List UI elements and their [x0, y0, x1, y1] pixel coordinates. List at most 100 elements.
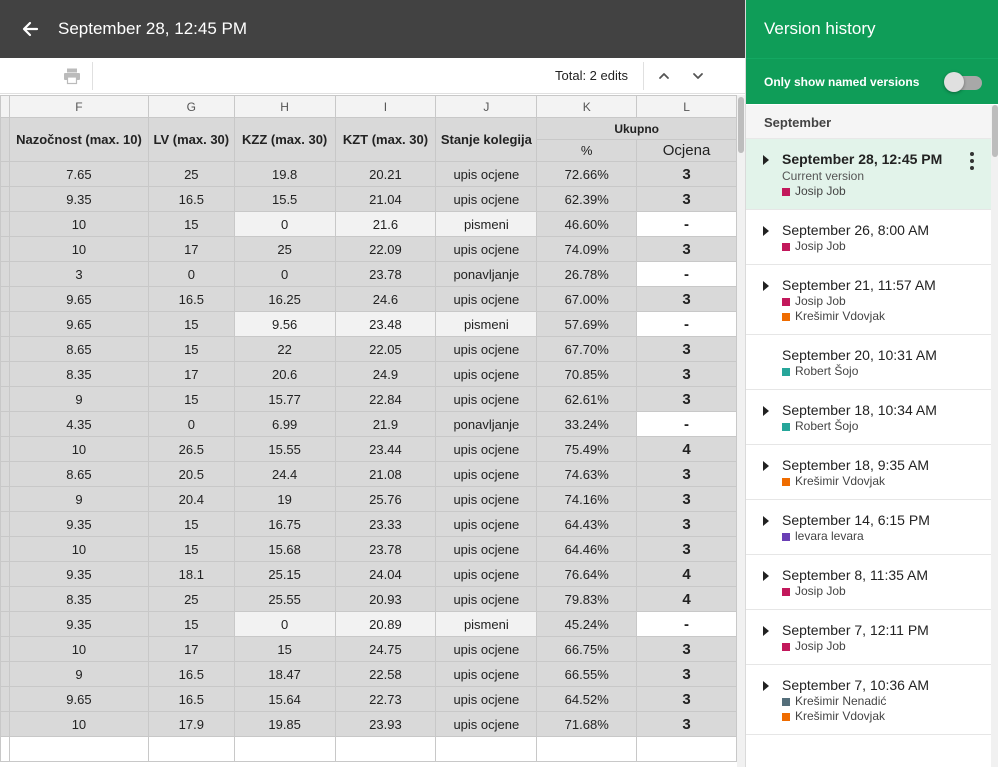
cell-stanje[interactable]: upis ocjene	[435, 661, 538, 687]
cell-kzz[interactable]: 25	[233, 236, 336, 262]
cell-e[interactable]	[0, 611, 10, 637]
column-letter-e[interactable]	[0, 95, 10, 118]
cell-kzz[interactable]: 0	[233, 261, 336, 287]
version-item[interactable]: September 20, 10:31 AM Robert Šojo	[746, 335, 991, 390]
expand-caret-icon[interactable]	[763, 626, 769, 636]
cell-stanje[interactable]: upis ocjene	[435, 686, 538, 712]
cell-stanje[interactable]: upis ocjene	[435, 636, 538, 662]
header-lv[interactable]: LV (max. 30)	[147, 117, 235, 162]
empty-cell[interactable]	[233, 736, 336, 762]
cell-ocjena[interactable]: 3	[636, 186, 737, 212]
cell-percent[interactable]: 66.75%	[536, 636, 638, 662]
cell-percent[interactable]: 74.09%	[536, 236, 638, 262]
cell-ocjena[interactable]: 3	[636, 486, 737, 512]
cell-stanje[interactable]: upis ocjene	[435, 286, 538, 312]
cell-ocjena[interactable]: 3	[636, 386, 737, 412]
cell-stanje[interactable]: upis ocjene	[435, 336, 538, 362]
cell-percent[interactable]: 26.78%	[536, 261, 638, 287]
cell-nazocnost[interactable]: 8.65	[9, 461, 149, 487]
cell-percent[interactable]: 72.66%	[536, 161, 638, 187]
cell-kzt[interactable]: 24.9	[334, 361, 437, 387]
version-item[interactable]: September 18, 10:34 AM Robert Šojo	[746, 390, 991, 445]
empty-cell[interactable]	[147, 736, 235, 762]
cell-ocjena[interactable]: 3	[636, 711, 737, 737]
column-letter-f[interactable]: F	[9, 95, 149, 118]
expand-caret-icon[interactable]	[763, 281, 769, 291]
cell-stanje[interactable]: upis ocjene	[435, 236, 538, 262]
cell-nazocnost[interactable]: 10	[9, 236, 149, 262]
cell-stanje[interactable]: upis ocjene	[435, 186, 538, 212]
cell-kzz[interactable]: 25.55	[233, 586, 336, 612]
cell-percent[interactable]: 57.69%	[536, 311, 638, 337]
cell-lv[interactable]: 15	[147, 611, 235, 637]
cell-nazocnost[interactable]: 9.65	[9, 286, 149, 312]
cell-lv[interactable]: 18.1	[147, 561, 235, 587]
cell-e[interactable]	[0, 386, 10, 412]
cell-nazocnost[interactable]: 8.35	[9, 361, 149, 387]
cell-kzt[interactable]: 24.6	[334, 286, 437, 312]
header-nazocnost[interactable]: Nazočnost (max. 10)	[9, 117, 149, 162]
empty-cell[interactable]	[334, 736, 437, 762]
cell-kzz[interactable]: 22	[233, 336, 336, 362]
cell-stanje[interactable]: upis ocjene	[435, 461, 538, 487]
cell-ocjena[interactable]: 3	[636, 361, 737, 387]
cell-nazocnost[interactable]: 7.65	[9, 161, 149, 187]
empty-cell[interactable]	[636, 736, 737, 762]
cell-stanje[interactable]: ponavljanje	[435, 261, 538, 287]
expand-caret-icon[interactable]	[763, 155, 769, 165]
cell-kzt[interactable]: 24.75	[334, 636, 437, 662]
cell-e[interactable]	[0, 536, 10, 562]
cell-lv[interactable]: 25	[147, 586, 235, 612]
expand-caret-icon[interactable]	[763, 461, 769, 471]
cell-lv[interactable]: 0	[147, 411, 235, 437]
version-list-scrollbar-thumb[interactable]	[992, 105, 998, 157]
version-item[interactable]: September 14, 6:15 PM levara levara	[746, 500, 991, 555]
cell-lv[interactable]: 26.5	[147, 436, 235, 462]
cell-lv[interactable]: 20.4	[147, 486, 235, 512]
cell-e[interactable]	[0, 161, 10, 187]
cell-kzz[interactable]: 16.25	[233, 286, 336, 312]
cell-percent[interactable]: 46.60%	[536, 211, 638, 237]
cell-nazocnost[interactable]: 9.35	[9, 561, 149, 587]
column-letter-j[interactable]: J	[435, 95, 538, 118]
header-ocjena[interactable]: Ocjena	[636, 139, 737, 162]
cell-percent[interactable]: 33.24%	[536, 411, 638, 437]
cell-e[interactable]	[0, 461, 10, 487]
cell-ocjena[interactable]: 3	[636, 286, 737, 312]
print-icon[interactable]	[63, 67, 81, 85]
cell-kzz[interactable]: 18.47	[233, 661, 336, 687]
version-list-scrollbar[interactable]	[991, 105, 998, 767]
expand-caret-icon[interactable]	[763, 406, 769, 416]
empty-cell[interactable]	[9, 736, 149, 762]
cell-kzz[interactable]: 9.56	[233, 311, 336, 337]
cell-stanje[interactable]: upis ocjene	[435, 361, 538, 387]
cell-nazocnost[interactable]: 9	[9, 386, 149, 412]
cell-percent[interactable]: 74.16%	[536, 486, 638, 512]
cell-kzt[interactable]: 22.73	[334, 686, 437, 712]
cell-lv[interactable]: 15	[147, 386, 235, 412]
arrow-left-icon[interactable]	[18, 17, 42, 41]
cell-ocjena[interactable]: 3	[636, 661, 737, 687]
expand-caret-icon[interactable]	[763, 226, 769, 236]
cell-nazocnost[interactable]: 8.35	[9, 586, 149, 612]
cell-kzz[interactable]: 0	[233, 611, 336, 637]
cell-kzz[interactable]: 15.68	[233, 536, 336, 562]
more-vert-icon[interactable]	[969, 152, 975, 170]
cell-stanje[interactable]: ponavljanje	[435, 411, 538, 437]
cell-percent[interactable]: 64.52%	[536, 686, 638, 712]
cell-percent[interactable]: 66.55%	[536, 661, 638, 687]
cell-nazocnost[interactable]: 4.35	[9, 411, 149, 437]
cell-nazocnost[interactable]: 9.65	[9, 686, 149, 712]
cell-lv[interactable]: 20.5	[147, 461, 235, 487]
cell-percent[interactable]: 67.70%	[536, 336, 638, 362]
chevron-down-icon[interactable]	[688, 66, 708, 86]
cell-nazocnost[interactable]: 10	[9, 211, 149, 237]
cell-percent[interactable]: 71.68%	[536, 711, 638, 737]
column-letter-g[interactable]: G	[147, 95, 235, 118]
cell-nazocnost[interactable]: 9.35	[9, 511, 149, 537]
cell-kzt[interactable]: 22.05	[334, 336, 437, 362]
cell-e[interactable]	[0, 561, 10, 587]
cell-kzt[interactable]: 21.9	[334, 411, 437, 437]
cell-stanje[interactable]: upis ocjene	[435, 711, 538, 737]
cell-stanje[interactable]: upis ocjene	[435, 511, 538, 537]
